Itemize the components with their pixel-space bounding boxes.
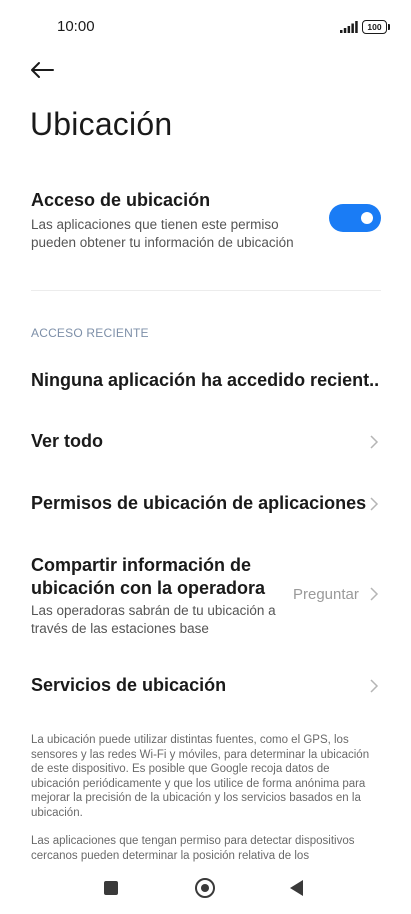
signal-icon <box>340 21 358 33</box>
location-services-label: Servicios de ubicación <box>31 675 227 695</box>
chevron-right-icon <box>370 587 379 601</box>
app-location-permissions-label: Permisos de ubicación de aplicaciones <box>31 493 367 513</box>
nav-back-button[interactable] <box>290 880 303 896</box>
home-button[interactable] <box>195 878 215 898</box>
see-all-label: Ver todo <box>31 431 104 451</box>
navigation-bar <box>0 862 411 914</box>
location-settings-screen: 10:00 100 Ubicación Acceso de ubicación … <box>0 0 411 914</box>
recent-access-header: ACCESO RECIENTE <box>31 326 149 340</box>
location-access-toggle[interactable] <box>329 204 381 232</box>
back-button[interactable] <box>28 56 56 84</box>
see-all-row[interactable]: Ver todo <box>0 422 411 462</box>
recent-access-empty-label: Ninguna aplicación ha accedido recient.. <box>31 370 380 390</box>
recent-access-empty-row: Ninguna aplicación ha accedido recient.. <box>0 366 411 402</box>
status-time: 10:00 <box>57 18 95 35</box>
carrier-location-share-row[interactable]: Compartir información de ubicación con l… <box>0 552 411 642</box>
location-access-title: Acceso de ubicación <box>31 190 211 210</box>
arrow-left-icon <box>31 62 54 78</box>
location-access-description: Las aplicaciones que tienen este permiso… <box>31 217 294 250</box>
location-services-row[interactable]: Servicios de ubicación <box>0 666 411 706</box>
nearby-devices-paragraph: Las aplicaciones que tengan permiso para… <box>31 835 355 862</box>
carrier-location-share-description: Las operadoras sabrán de tu ubicación a … <box>31 603 276 636</box>
divider <box>31 290 381 291</box>
chevron-right-icon <box>370 497 379 511</box>
status-bar: 10:00 100 <box>0 0 411 54</box>
chevron-right-icon <box>370 435 379 449</box>
toggle-knob <box>361 212 373 224</box>
chevron-right-icon <box>370 679 379 693</box>
app-location-permissions-row[interactable]: Permisos de ubicación de aplicaciones <box>0 482 411 526</box>
carrier-location-share-value: Preguntar <box>293 586 359 603</box>
location-info-paragraph: La ubicación puede utilizar distintas fu… <box>31 734 370 819</box>
location-access-row[interactable]: Acceso de ubicación Las aplicaciones que… <box>0 180 411 270</box>
page-title: Ubicación <box>30 106 173 142</box>
battery-icon: 100 <box>362 20 390 34</box>
recents-button[interactable] <box>104 881 118 895</box>
carrier-location-share-title: Compartir información de ubicación con l… <box>31 555 266 598</box>
battery-level: 100 <box>367 22 382 32</box>
